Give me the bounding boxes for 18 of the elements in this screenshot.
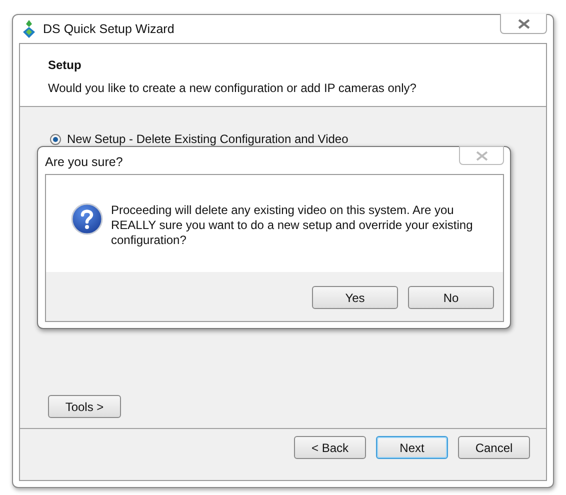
radio-label[interactable]: New Setup - Delete Existing Configuration and Video <box>67 132 348 146</box>
tools-button[interactable]: Tools > <box>48 395 121 418</box>
dialog-message: Proceeding will delete any existing video on this system. Are you REALLY sure you want to do a new setup and override your existing configuration? <box>111 203 474 248</box>
close-button[interactable] <box>500 14 547 34</box>
wizard-button[interactable]: Cancel <box>458 436 530 459</box>
window-title: DS Quick Setup Wizard <box>43 22 174 36</box>
page-title: Setup <box>48 58 82 72</box>
close-icon <box>476 150 488 160</box>
diamond-logo-icon <box>21 20 37 38</box>
wizard-button[interactable]: < Back <box>294 436 366 459</box>
question-icon <box>71 203 103 235</box>
page-subtitle: Would you like to create a new configuration or add IP cameras only? <box>48 81 418 95</box>
dialog-button[interactable]: No <box>408 286 494 309</box>
dialog-button[interactable]: Yes <box>312 286 398 309</box>
radio-button[interactable] <box>50 134 61 144</box>
dialog-title: Are you sure? <box>45 155 123 169</box>
wizard-button[interactable]: Next <box>376 436 448 459</box>
close-icon <box>518 18 530 28</box>
